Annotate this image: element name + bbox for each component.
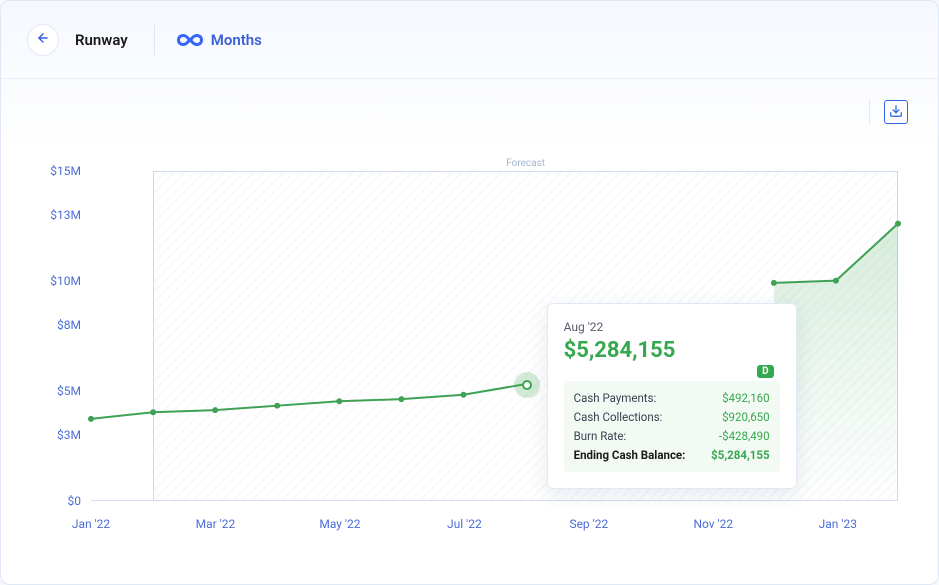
tooltip-row-value: $492,160 (722, 391, 770, 405)
infinity-icon (177, 32, 203, 48)
tooltip-row: Ending Cash Balance: $5,284,155 (574, 448, 770, 462)
x-tick: Nov '22 (693, 517, 733, 531)
download-icon (889, 104, 903, 121)
tooltip-badge: D (757, 365, 774, 378)
tooltip-row-label: Cash Collections: (574, 410, 663, 424)
header-divider (154, 24, 155, 56)
plot-region[interactable]: Forecast Aug '22 $5,284,155 D Cash Payme… (91, 171, 898, 501)
tooltip: Aug '22 $5,284,155 D Cash Payments: $492,… (547, 303, 797, 489)
chart-area: $0 $3M $5M $8M $10M $13M $15M Jan '22 Mar '22 Ma… (31, 161, 908, 559)
tooltip-row: Cash Collections: $920,650 (574, 410, 770, 424)
y-tick: $3M (31, 428, 81, 442)
tooltip-row-label: Burn Rate: (574, 429, 627, 443)
x-tick: Mar '22 (196, 517, 236, 531)
header: Runway Months (1, 1, 938, 79)
y-tick: $5M (31, 384, 81, 398)
months-label: Months (211, 31, 262, 49)
page-title: Runway (75, 31, 128, 49)
tooltip-row-value: $920,650 (722, 410, 770, 424)
tooltip-row-label: Ending Cash Balance: (574, 448, 686, 462)
toolbar-divider (869, 99, 870, 125)
runway-card: Runway Months $0 $3M $5M $8M $10M $13M $15M Ja… (0, 0, 939, 585)
x-tick: Jan '23 (819, 517, 857, 531)
tooltip-amount: $5,284,155 (564, 338, 780, 363)
chart-toolbar (869, 99, 908, 125)
tooltip-row: Cash Payments: $492,160 (574, 391, 770, 405)
x-tick: Jan '22 (72, 517, 110, 531)
tooltip-row-value: -$428,490 (719, 429, 770, 443)
x-tick: Jul '22 (447, 517, 482, 531)
x-tick: May '22 (319, 517, 360, 531)
x-tick: Sep '22 (569, 517, 608, 531)
tooltip-details: D Cash Payments:$492,160Cash Collections… (564, 381, 780, 472)
y-tick: $8M (31, 318, 81, 332)
tooltip-month: Aug '22 (564, 320, 780, 334)
months-indicator: Months (177, 31, 262, 49)
y-tick: $10M (31, 274, 81, 288)
tooltip-row-label: Cash Payments: (574, 391, 657, 405)
arrow-left-icon (36, 31, 50, 48)
tooltip-row: Burn Rate: -$428,490 (574, 429, 770, 443)
download-button[interactable] (884, 100, 908, 124)
forecast-label: Forecast (502, 158, 549, 169)
y-tick: $0 (31, 494, 81, 508)
y-tick: $13M (31, 208, 81, 222)
y-tick: $15M (31, 164, 81, 178)
back-button[interactable] (27, 24, 59, 56)
tooltip-row-value: $5,284,155 (711, 448, 769, 462)
